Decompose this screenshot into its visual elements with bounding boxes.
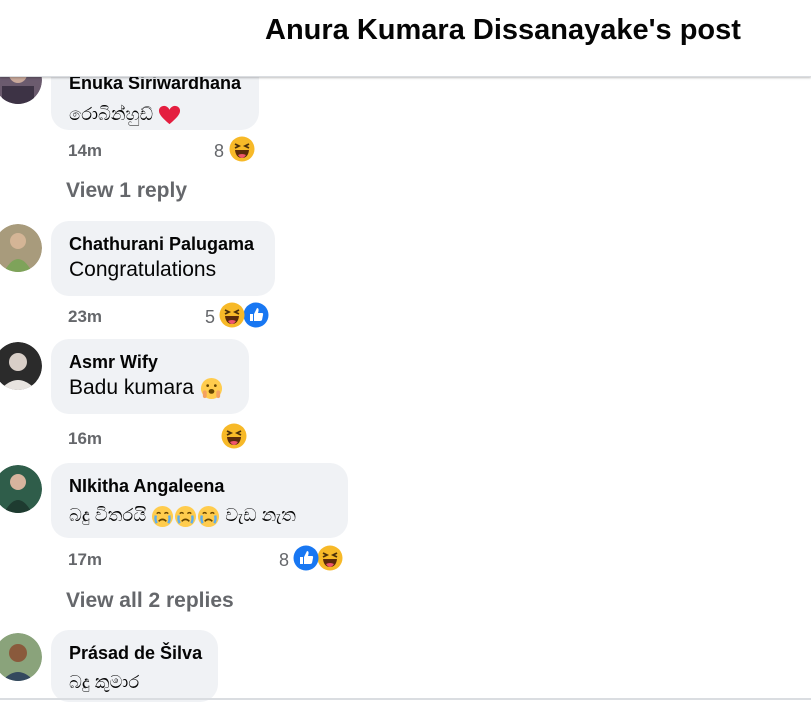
view-replies-link[interactable]: View all 2 replies: [66, 589, 234, 613]
comment-text-part-2: වැඩ නැත: [225, 505, 296, 525]
comment-text: Congratulations: [69, 258, 217, 281]
comment-time[interactable]: 17m: [68, 550, 102, 570]
reaction-count[interactable]: 8: [279, 550, 289, 571]
post-header: Anura Kumara Dissanayake's post: [0, 0, 811, 77]
crying-face-icon: [197, 505, 220, 528]
comment-bubble: Asmr Wify Badu kumara: [51, 339, 249, 414]
avatar[interactable]: [0, 224, 42, 272]
comment-bubble: NIkitha Angaleena බදු විතරයි වැඩ නැත: [51, 463, 348, 538]
shy-face-icon: [200, 377, 223, 400]
comment-text: රොබින්හුඩ්: [69, 104, 154, 124]
heart-icon: [158, 104, 181, 127]
comment-text-part-1: බදු විතරයි: [69, 505, 147, 525]
comment-author[interactable]: Asmr Wify: [69, 351, 231, 373]
comment-author[interactable]: NIkitha Angaleena: [69, 475, 330, 497]
comment-author[interactable]: Chathurani Palugama: [69, 233, 257, 255]
crying-face-icon: [151, 505, 174, 528]
comment-bubble: Prásad de Šilva බදු කුමාර: [51, 630, 218, 702]
comment-text: Badu kumara: [69, 376, 194, 399]
comment-text: බදු කුමාර: [69, 672, 140, 692]
avatar[interactable]: [0, 465, 42, 513]
comment-author[interactable]: Prásad de Šilva: [69, 642, 202, 664]
comment-time[interactable]: 23m: [68, 307, 102, 327]
reaction-count[interactable]: 8: [214, 141, 224, 162]
haha-icon: [317, 545, 343, 571]
comment-bubble: Chathurani Palugama Congratulations: [51, 221, 275, 296]
reaction-count[interactable]: 5: [205, 307, 215, 328]
comment-time[interactable]: 16m: [68, 429, 102, 449]
avatar[interactable]: [0, 342, 42, 390]
divider: [0, 698, 811, 700]
haha-icon: [221, 423, 247, 449]
comment-time[interactable]: 14m: [68, 141, 102, 161]
page-title: Anura Kumara Dissanayake's post: [265, 14, 741, 46]
crying-face-icon: [174, 505, 197, 528]
avatar[interactable]: [0, 633, 42, 681]
haha-icon: [229, 136, 255, 162]
like-icon: [243, 302, 269, 328]
like-icon: [293, 545, 319, 571]
view-replies-link[interactable]: View 1 reply: [66, 179, 187, 203]
haha-icon: [219, 302, 245, 328]
